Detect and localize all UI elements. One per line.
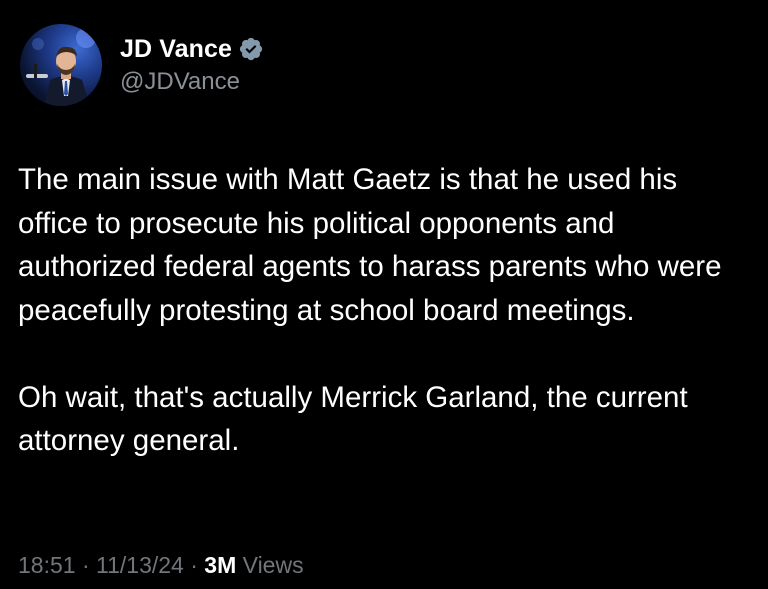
avatar[interactable]: [20, 24, 102, 106]
tweet-time[interactable]: 18:51: [18, 552, 76, 578]
tweet-meta: 18:51 · 11/13/24 · 3M Views: [18, 552, 304, 579]
author-names: JD Vance @JDVance: [120, 34, 264, 96]
views-label: Views: [236, 552, 304, 578]
views-count[interactable]: 3M: [204, 552, 236, 578]
tweet-card: JD Vance @JDVance The main issue with Ma…: [0, 0, 768, 589]
author-handle[interactable]: @JDVance: [120, 68, 264, 96]
display-name-row: JD Vance: [120, 34, 264, 64]
tweet-paragraph-1: The main issue with Matt Gaetz is that h…: [18, 163, 722, 327]
avatar-photo-icon: [26, 28, 96, 106]
display-name[interactable]: JD Vance: [120, 35, 232, 64]
tweet-header: JD Vance @JDVance: [20, 24, 264, 106]
tweet-text: The main issue with Matt Gaetz is that h…: [18, 158, 753, 463]
verified-badge-icon[interactable]: [238, 36, 264, 62]
meta-separator: ·: [183, 552, 205, 578]
meta-separator: ·: [75, 552, 97, 578]
tweet-date[interactable]: 11/13/24: [96, 552, 184, 578]
tweet-paragraph-2: Oh wait, that's actually Merrick Garland…: [18, 380, 688, 458]
